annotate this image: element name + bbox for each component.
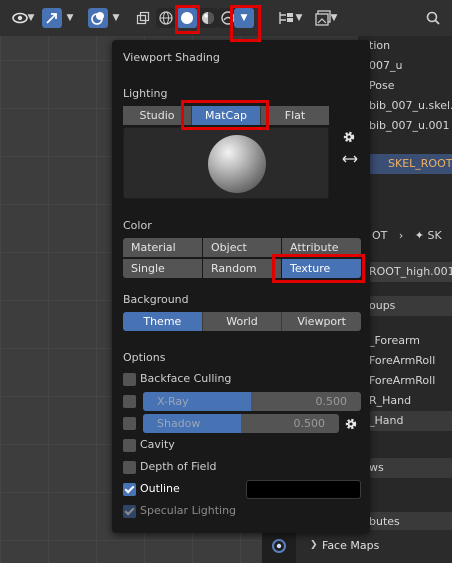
viewport-header-toolbar: ▼ ▼ ▼ ▼ ▼ ▼	[0, 0, 452, 36]
outline-label: Outline	[140, 482, 180, 495]
specular-lighting-label: Specular Lighting	[140, 504, 237, 517]
panel-header[interactable]: ws	[358, 458, 452, 478]
chevron-down-icon: ▼	[295, 13, 303, 23]
flip-arrows-icon[interactable]	[342, 153, 358, 165]
overlays-dropdown[interactable]: ▼	[110, 8, 122, 28]
highlight-texture	[272, 254, 365, 283]
gizmo-arrow-icon	[46, 13, 57, 24]
pivot-point-dropdown[interactable]: ▼	[274, 8, 306, 28]
background-heading: Background	[123, 293, 189, 306]
shadow-slider-label: Shadow	[157, 417, 201, 430]
list-item[interactable]: ForeArmRoll	[358, 371, 452, 391]
chevron-down-icon: ▼	[330, 13, 338, 23]
popover-title: Viewport Shading	[123, 51, 220, 64]
outliner-row[interactable]: bib_007_u.001	[358, 116, 452, 136]
wireframe-sphere-icon	[159, 11, 173, 25]
overlays-icon	[91, 12, 104, 25]
chevron-down-icon: ▼	[112, 13, 120, 23]
background-selector: Theme World Viewport	[123, 312, 362, 331]
background-theme-button[interactable]: Theme	[123, 312, 203, 331]
shadow-slider-value: 0.500	[293, 417, 326, 430]
cavity-checkbox[interactable]	[123, 439, 136, 452]
chevron-down-icon: ▼	[66, 13, 74, 23]
outline-color-swatch[interactable]	[246, 480, 361, 499]
list-item[interactable]: _Forearm	[358, 331, 452, 351]
xray-alpha-slider[interactable]: X-Ray 0.500	[143, 392, 361, 411]
breadcrumb: OT › ✦ SK	[358, 226, 452, 246]
shading-wireframe-button[interactable]	[156, 8, 176, 28]
display-mode-dropdown[interactable]: ▼	[312, 8, 340, 28]
editor-type-icon	[278, 12, 293, 24]
list-item-active[interactable]: _Hand	[358, 411, 452, 431]
backface-culling-checkbox[interactable]	[123, 373, 136, 386]
material-sphere-icon	[202, 12, 214, 24]
breadcrumb-item[interactable]: SK	[428, 229, 442, 242]
backface-culling-label: Backface Culling	[140, 372, 232, 385]
shading-material-button[interactable]	[198, 8, 218, 28]
color-heading: Color	[123, 219, 152, 232]
mesh-name-field[interactable]: ROOT_high.001	[358, 262, 452, 282]
eye-icon	[11, 12, 28, 24]
properties-tab-column	[262, 530, 296, 563]
shadow-checkbox[interactable]	[123, 417, 136, 430]
breadcrumb-separator-icon: ›	[398, 229, 404, 242]
matcap-sphere-image	[208, 135, 266, 193]
armature-icon: ✦	[414, 229, 425, 242]
highlight-shading-dropdown	[230, 5, 261, 42]
specular-lighting-checkbox[interactable]	[123, 505, 136, 518]
highlight-matcap	[181, 100, 269, 130]
background-world-button[interactable]: World	[202, 312, 283, 331]
gear-icon[interactable]	[342, 130, 356, 144]
color-object-button[interactable]: Object	[203, 238, 281, 257]
xray-checkbox[interactable]	[123, 395, 136, 408]
color-single-button[interactable]: Single	[123, 259, 202, 278]
panel-header-attributes[interactable]: butes	[358, 512, 452, 532]
gear-icon[interactable]	[344, 417, 358, 431]
face-maps-label: Face Maps	[322, 539, 380, 552]
cavity-label: Cavity	[140, 438, 175, 451]
color-material-button[interactable]: Material	[123, 238, 202, 257]
outliner-row[interactable]: bib_007_u.skel.0	[358, 96, 452, 116]
background-viewport-button[interactable]: Viewport	[282, 312, 362, 331]
image-icon	[314, 10, 331, 26]
physics-icon[interactable]	[271, 538, 287, 554]
overlays-toggle[interactable]	[88, 8, 108, 28]
color-random-button[interactable]: Random	[203, 259, 281, 278]
outliner-row[interactable]: tion	[358, 36, 452, 56]
depth-of-field-label: Depth of Field	[140, 460, 217, 473]
options-heading: Options	[123, 351, 166, 364]
gizmo-toggle[interactable]	[42, 8, 62, 28]
outliner-properties-panel: tion 007_u Pose bib_007_u.skel.0 bib_007…	[358, 36, 452, 563]
outline-checkbox[interactable]	[123, 483, 136, 496]
search-icon	[426, 11, 440, 25]
view-object-types-dropdown[interactable]: ▼	[6, 8, 40, 28]
matcap-preview[interactable]	[123, 127, 329, 199]
xray-slider-value: 0.500	[315, 395, 348, 408]
highlight-solid-shading	[175, 5, 200, 34]
outliner-row-selected[interactable]: SKEL_ROOT	[358, 154, 452, 174]
depth-of-field-checkbox[interactable]	[123, 461, 136, 474]
chevron-down-icon: ▼	[27, 13, 35, 23]
shadow-intensity-slider[interactable]: Shadow 0.500	[143, 414, 339, 433]
outliner-row[interactable]: 007_u	[358, 56, 452, 76]
list-item[interactable]: ForeArmRoll	[358, 351, 452, 371]
xray-slider-label: X-Ray	[157, 395, 189, 408]
xray-toggle[interactable]	[134, 8, 152, 28]
gizmo-dropdown[interactable]: ▼	[64, 8, 76, 28]
lighting-flat-button[interactable]: Flat	[261, 106, 329, 125]
search-button[interactable]	[424, 8, 442, 28]
breadcrumb-item[interactable]: OT	[372, 229, 387, 242]
xray-icon	[136, 11, 150, 25]
list-item[interactable]: R_Hand	[358, 391, 452, 411]
panel-header-vertex-groups[interactable]: oups	[358, 296, 452, 316]
chevron-right-icon: ❯	[310, 540, 318, 550]
outliner-row[interactable]: Pose	[358, 76, 452, 96]
lighting-heading: Lighting	[123, 87, 168, 100]
